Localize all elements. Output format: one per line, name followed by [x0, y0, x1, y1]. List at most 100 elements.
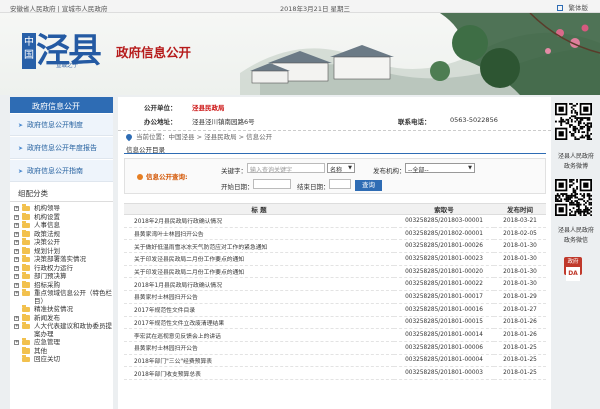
tree-item-label: 政策法规 [34, 229, 60, 238]
weibo-qr-code[interactable] [555, 103, 592, 140]
expand-icon[interactable]: + [14, 340, 19, 345]
tree-item-label: 人事信息 [34, 221, 60, 229]
row-title[interactable]: 县黄家村士林园扫开公告 [124, 290, 394, 304]
expand-icon[interactable]: + [14, 324, 19, 329]
gov-badge-icon[interactable]: 政府 DA [564, 257, 582, 281]
arrow-icon: ➤ [18, 145, 24, 152]
wechat-qr-code[interactable] [555, 179, 592, 216]
row-title[interactable]: 关于印发泾县民政局二月份工作要点的通知 [124, 265, 394, 279]
search-dot-icon [137, 174, 143, 180]
gov-links[interactable]: 安徽省人民政府 | 宣城市人民政府 [10, 3, 107, 13]
row-date: 2018-02-05 [494, 227, 546, 241]
date-text: 2018年3月21日 星期三 [280, 5, 351, 13]
folder-icon [22, 246, 30, 254]
search-button[interactable]: 查询 [355, 180, 382, 191]
expand-icon[interactable]: + [14, 248, 19, 254]
tree-item[interactable]: + 决策公开 [14, 238, 113, 247]
chevron-down-icon: ▼ [468, 165, 472, 171]
table-row[interactable]: 关于印发泾县民政局二月份工作要点的通知 003258285/201801-0002… [124, 252, 546, 266]
table-row[interactable]: 2017年规范性文件目录 003258285/201801-00016 2018-0… [124, 303, 546, 317]
row-number: 003258285/201801-00026 [394, 239, 494, 254]
row-date: 2018-01-26 [494, 328, 546, 342]
row-title[interactable]: 2017年规范性文件立改废清理结果 [124, 316, 394, 330]
tree-item[interactable]: + 政策法规 [14, 230, 113, 239]
sidebar: 政府信息公开 ➤ 政府信息公开制度 ➤ 政府信息公开年度报告 ➤ 政府信息公开指南 组… [10, 97, 113, 409]
sidebar-item-guide[interactable]: ➤ 政府信息公开指南 [10, 160, 113, 182]
tree-item[interactable]: + 人大代表建议和政协委员提案办理 [14, 322, 113, 338]
expand-icon[interactable]: + [14, 257, 19, 262]
row-title[interactable]: 李宏武在巡视意见反馈会上的讲话 [124, 328, 394, 342]
traditional-chinese-link[interactable]: 繁体版 [569, 4, 589, 12]
keyword-input[interactable]: 输入查询关键字 [247, 163, 325, 174]
org-select[interactable]: --全部-- ▼ [405, 163, 475, 174]
lang-switch[interactable]: 繁体版 [557, 2, 588, 12]
table-row[interactable]: 关于做好低温雨雪冰冻天气防范应对工作的紧急通知 003258285/201801-… [124, 239, 546, 254]
table-row[interactable]: 县黄家湾叶士林园扫开公告 003258285/201802-00001 2018-0… [124, 227, 546, 241]
tree-item[interactable]: + 招标采购 [14, 281, 113, 290]
table-row[interactable]: 县黄家村士林园扫开公告 003258285/201801-00017 2018-01… [124, 290, 546, 304]
end-date-input[interactable] [329, 179, 351, 189]
tree-item-label: 机构领导 [34, 204, 60, 212]
row-date: 2018-01-30 [494, 239, 546, 254]
row-title[interactable]: 关于做好低温雨雪冰冻天气防范应对工作的紧急通知 [124, 239, 394, 254]
expand-icon[interactable]: + [14, 274, 19, 279]
tree-item[interactable]: + 应急管理 [14, 338, 113, 347]
table-row[interactable]: 2018年2月县民政局行政确认情况 003258285/201803-00001 2… [124, 214, 546, 228]
field-select[interactable]: 名称 ▼ [327, 163, 355, 174]
row-title[interactable]: 2018年1月县民政局行政确认情况 [124, 277, 394, 292]
folder-icon [22, 204, 30, 211]
tree-item[interactable]: + 新闻发布 [14, 314, 113, 323]
row-title[interactable]: 2017年规范性文件目录 [124, 303, 394, 317]
expand-icon[interactable]: + [14, 223, 19, 228]
tree-item[interactable]: 回应关切 [14, 355, 113, 364]
table-row[interactable]: 2018年1月县民政局行政确认情况 003258285/201801-00022 2… [124, 277, 546, 292]
phone-value: 0563-5022856 [450, 116, 498, 124]
start-date-input[interactable] [253, 179, 291, 189]
expand-icon[interactable]: + [14, 265, 19, 271]
tree-item[interactable]: + 机构设置 [14, 213, 113, 222]
expand-icon[interactable]: + [14, 315, 19, 321]
table-row[interactable]: 李宏武在巡视意见反馈会上的讲话 003258285/201801-00014 201… [124, 328, 546, 342]
sidebar-item-annual-report[interactable]: ➤ 政府信息公开年度报告 [10, 137, 113, 159]
tree-item[interactable]: + 人事信息 [14, 221, 113, 230]
expand-icon[interactable]: + [14, 231, 19, 237]
keyword-label: 关键字： [221, 167, 247, 175]
tree-item[interactable]: + 行政权力运行 [14, 264, 113, 273]
table-row[interactable]: 2018年部门"三公"经费预算表 003258285/201801-00004 20… [124, 354, 546, 368]
row-title[interactable]: 县黄家湾叶士林园扫开公告 [124, 227, 394, 241]
row-title[interactable]: 2018年部门收支预算总表 [124, 366, 394, 380]
folder-icon [22, 255, 30, 262]
sidebar-item-system[interactable]: ➤ 政府信息公开制度 [10, 114, 113, 136]
table-row[interactable]: 2018年部门收支预算总表 003258285/201801-00003 2018-… [124, 366, 546, 380]
tree-item-label: 精准扶贫情况 [34, 305, 73, 313]
unit-info: 公开单位： 泾县民政局 办公地址： 泾县泾川镇南园路6号 联系电话： 0563-… [118, 97, 551, 131]
expand-icon[interactable]: + [14, 291, 19, 296]
row-number: 003258285/201801-00017 [394, 290, 494, 304]
row-title[interactable]: 关于印发泾县民政局二月份工作要点的通知 [124, 252, 394, 266]
table-row[interactable]: 关于印发泾县民政局二月份工作要点的通知 003258285/201801-0002… [124, 265, 546, 279]
table-row[interactable]: 2017年规范性文件立改废清理结果 003258285/201801-00015 2… [124, 316, 546, 330]
tree-item[interactable]: + 机构领导 [14, 204, 113, 213]
row-title[interactable]: 2018年部门"三公"经费预算表 [124, 354, 394, 368]
tree-item[interactable]: + 重点领域信息公开（特色栏目） [14, 289, 113, 305]
tree-item[interactable]: + 部门预决算 [14, 272, 113, 281]
row-number: 003258285/201801-00014 [394, 328, 494, 342]
expand-icon[interactable]: + [14, 206, 19, 211]
row-title[interactable]: 县黄家村士林园扫开公告 [124, 341, 394, 355]
tree-item[interactable]: + 规划计划 [14, 247, 113, 256]
tree-item[interactable]: 其他 [14, 347, 113, 356]
tree-item[interactable]: 精准扶贫情况 [14, 305, 113, 314]
home-icon[interactable] [557, 5, 564, 11]
expand-icon[interactable]: + [14, 240, 19, 245]
row-title[interactable]: 2018年2月县民政局行政确认情况 [124, 214, 394, 228]
expand-icon[interactable]: + [14, 214, 19, 220]
unit-value: 泾县民政局 [192, 104, 225, 112]
tree-item[interactable]: + 决策部署落实情况 [14, 255, 113, 264]
table-row[interactable]: 县黄家村士林园扫开公告 003258285/201801-00006 2018-01… [124, 341, 546, 355]
row-date: 2018-01-30 [494, 277, 546, 292]
row-date: 2018-01-25 [494, 354, 546, 368]
tree-item-label: 重点领域信息公开（特色栏目） [34, 289, 112, 305]
expand-icon[interactable]: + [14, 282, 19, 288]
folder-icon [22, 238, 30, 245]
tree-item-label: 应急管理 [34, 338, 60, 346]
